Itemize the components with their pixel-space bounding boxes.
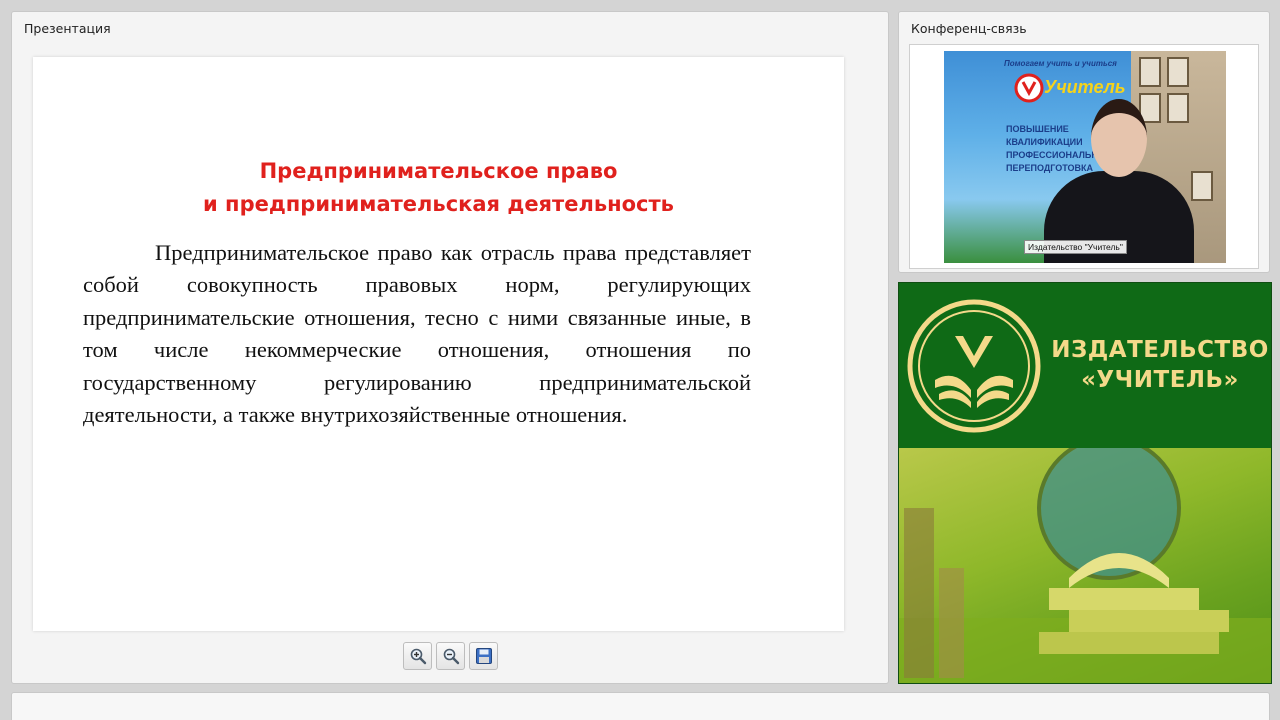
participant-name-label: Издательство "Учитель"	[1024, 240, 1127, 254]
wall-frame	[1167, 93, 1189, 123]
slide-title-line-1: Предпринимательское право	[259, 159, 618, 183]
slide-body-text: Предпринимательское право как отрасль пр…	[83, 240, 751, 428]
zoom-out-button[interactable]	[436, 642, 465, 670]
publisher-logo-header: ИЗДАТЕЛЬСТВО «УЧИТЕЛЬ»	[899, 283, 1271, 448]
zoom-in-icon	[410, 648, 426, 665]
publisher-name-line-2: «УЧИТЕЛЬ»	[1081, 367, 1239, 393]
participant-video[interactable]: Помогаем учить и учиться Учитель ПОВЫШЕН…	[944, 51, 1226, 263]
slide-title: Предпринимательское право и предпринимат…	[33, 155, 844, 221]
participant-head	[1091, 99, 1147, 177]
presentation-panel: Презентация Предпринимательское право и …	[11, 11, 889, 684]
conference-panel: Конференц-связь Помогаем учить и учиться…	[898, 11, 1270, 273]
wall-frame	[1191, 171, 1213, 201]
wall-frame	[1167, 57, 1189, 87]
publisher-name: ИЗДАТЕЛЬСТВО «УЧИТЕЛЬ»	[1049, 335, 1271, 395]
publisher-logo-panel: ИЗДАТЕЛЬСТВО «УЧИТЕЛЬ»	[898, 282, 1272, 684]
bottom-panel	[11, 692, 1270, 720]
zoom-in-button[interactable]	[403, 642, 432, 670]
publisher-name-line-1: ИЗДАТЕЛЬСТВО	[1051, 337, 1269, 363]
publisher-emblem-icon	[907, 299, 1041, 433]
conference-panel-title: Конференц-связь	[911, 21, 1027, 36]
zoom-out-icon	[443, 648, 459, 665]
save-button[interactable]	[469, 642, 498, 670]
banner-logo-text: Учитель	[1044, 77, 1126, 97]
save-icon	[475, 648, 492, 664]
slide-toolbar	[403, 642, 498, 670]
presentation-panel-title: Презентация	[24, 21, 111, 36]
video-frame: Помогаем учить и учиться Учитель ПОВЫШЕН…	[909, 44, 1259, 269]
banner-tagline: Помогаем учить и учиться	[1004, 59, 1117, 68]
publisher-books-image	[899, 436, 1271, 683]
wall-frame	[1139, 57, 1161, 87]
slide-title-line-2: и предпринимательская деятельность	[203, 192, 674, 216]
books-globe-illustration	[899, 436, 1271, 683]
slide: Предпринимательское право и предпринимат…	[33, 57, 844, 631]
